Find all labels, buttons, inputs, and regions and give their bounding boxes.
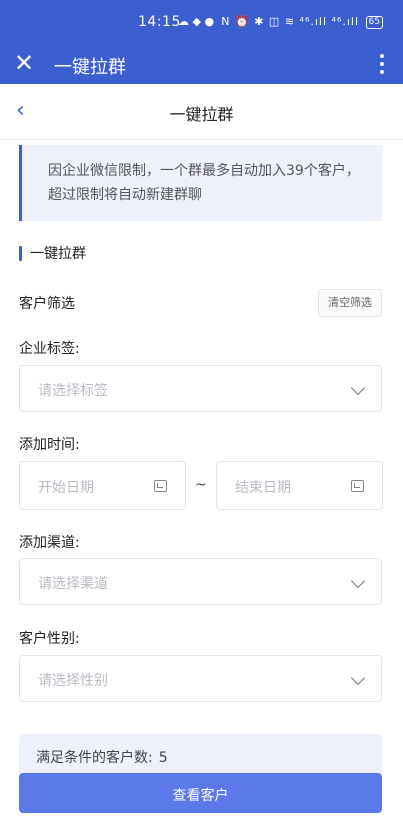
status-time: 14:15 [138,14,181,30]
chevron-down-icon [350,380,366,396]
close-icon[interactable]: ✕ [14,49,34,77]
page-title: 一键拉群 [169,105,234,124]
view-customers-button[interactable]: 查看客户 [19,773,382,813]
more-vert-icon[interactable] [379,52,385,76]
calendar-icon [351,480,364,492]
tag-placeholder: 请选择标签 [38,383,108,399]
result-count-value: 5 [158,750,168,766]
result-count-label: 满足条件的客户数: [36,750,153,766]
channel-placeholder: 请选择渠道 [38,576,108,592]
end-date-placeholder: 结束日期 [235,480,291,496]
app-bar: ✕ 一键拉群 [0,44,403,84]
chevron-down-icon [350,573,366,589]
channel-label: 添加渠道: [19,535,80,551]
battery-level: 65 [368,17,380,27]
section-marker [19,245,22,261]
notification-icons: ☁ ◆ ● [178,15,215,28]
system-icons: N ⏰ ✱ ◫ ≋ ⁴⁶.ıll ⁴⁶.ıll [221,15,359,28]
time-label: 添加时间: [19,437,80,453]
start-date-input[interactable]: 开始日期 [19,461,186,510]
section-title: 一键拉群 [19,244,86,262]
start-date-placeholder: 开始日期 [38,480,94,496]
gender-placeholder: 请选择性别 [38,673,108,689]
result-count-bar: 满足条件的客户数: 5 [19,734,382,774]
section-title-text: 一键拉群 [30,246,86,262]
tag-label: 企业标签: [19,341,80,357]
limit-notice: 因企业微信限制，一个群最多自动加入39个客户，超过限制将自动新建群聊 [19,145,382,221]
clear-filter-button[interactable]: 清空筛选 [318,289,382,317]
channel-select[interactable]: 请选择渠道 [19,558,382,605]
gender-label: 客户性别: [19,631,80,647]
chevron-down-icon [350,670,366,686]
battery-icon: 65 [365,16,383,29]
nav-bar: ‹ 一键拉群 [0,84,403,140]
gender-select[interactable]: 请选择性别 [19,655,382,702]
app-title: 一键拉群 [54,57,126,78]
status-bar: 14:15 ☁ ◆ ● N ⏰ ✱ ◫ ≋ ⁴⁶.ıll ⁴⁶.ıll 65 [0,0,403,44]
tag-select[interactable]: 请选择标签 [19,365,382,412]
filter-label: 客户筛选 [19,296,75,312]
calendar-icon [154,480,167,492]
end-date-input[interactable]: 结束日期 [216,461,383,510]
date-separator: ~ [195,477,207,493]
